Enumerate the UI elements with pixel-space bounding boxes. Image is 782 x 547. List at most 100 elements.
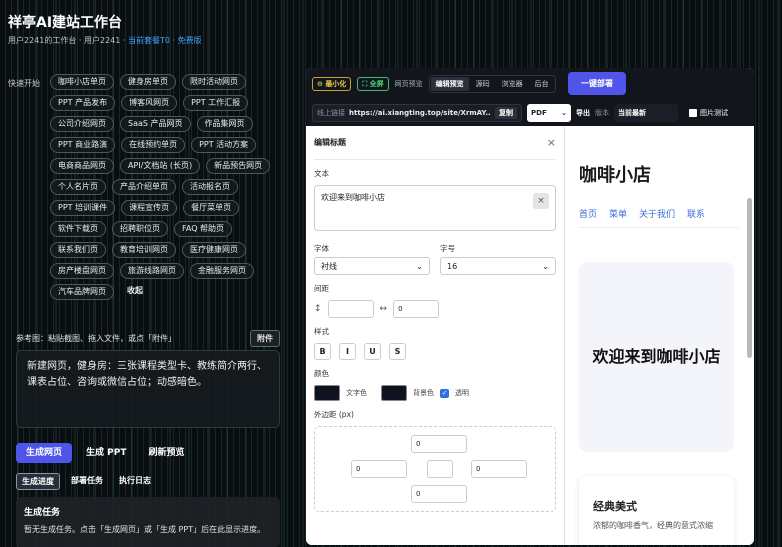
margin-left-input[interactable]: 0 — [351, 460, 407, 478]
prompt-input[interactable]: 新建网页，健身房：三张课程类型卡、教练简介两行、课表占位、咨询或微信占位；动感暗… — [16, 350, 280, 428]
template-chip[interactable]: 活动报名页 — [182, 179, 238, 195]
preview-card: 经典美式 浓郁的咖啡香气，经典的意式浓缩 — [579, 476, 734, 545]
generate-web-button[interactable]: 生成网页 — [16, 443, 73, 463]
preview-scrollbar[interactable] — [747, 198, 752, 358]
template-chip[interactable]: 医疗健康网页 — [182, 242, 246, 258]
template-chip[interactable]: 作品集网页 — [196, 116, 253, 132]
minimize-button[interactable]: ⊖ 最小化 — [312, 77, 352, 91]
template-chip[interactable]: 电商商品网页 — [50, 158, 114, 174]
line-height-input[interactable] — [327, 300, 374, 318]
preview-card-title[interactable]: 经典美式 — [593, 498, 720, 514]
font-size-select[interactable]: 16 ⌄ — [440, 257, 556, 275]
margin-label: 外边距 (px) — [314, 410, 354, 419]
font-label: 字体 — [314, 244, 329, 253]
template-chip[interactable]: 博客风网页 — [121, 95, 178, 111]
preview-nav: 首页 菜单 关于我们 联系 — [579, 210, 739, 228]
preview-nav-about[interactable]: 关于我们 — [639, 210, 675, 221]
plan-link[interactable]: 当前套餐T0 · 免费版 — [128, 36, 202, 45]
bg-color-swatch[interactable] — [381, 385, 407, 401]
tab-progress[interactable]: 生成进度 — [16, 473, 60, 490]
preview-hero-title[interactable]: 欢迎来到咖啡小店 — [579, 262, 734, 452]
template-chip[interactable]: 个人名片页 — [50, 179, 106, 195]
user-info-text: 用户2241的工作台 · 用户2241 · — [8, 36, 128, 45]
tab-execution-log[interactable]: 执行日志 — [114, 473, 156, 490]
refresh-preview-button[interactable]: 刷新预览 — [140, 443, 192, 463]
generate-ppt-button[interactable]: 生成 PPT — [78, 443, 134, 463]
checkbox-icon — [689, 109, 697, 117]
tab-backend[interactable]: 后台 — [530, 77, 554, 91]
template-chip[interactable]: PPT 培训课件 — [50, 200, 116, 216]
template-chip[interactable]: 产品介绍单页 — [112, 179, 176, 195]
image-test-toggle[interactable]: 图片测试 — [689, 108, 728, 118]
margin-bottom-input[interactable]: 0 — [411, 485, 467, 503]
fullscreen-button[interactable]: ⛶ 全屏 — [357, 77, 389, 91]
template-chip[interactable]: FAQ 帮助页 — [174, 221, 233, 237]
preview-nav-home[interactable]: 首页 — [579, 210, 597, 221]
site-url-field[interactable]: 线上链接 https://ai.xiangting.top/site/XrmAY… — [312, 104, 522, 122]
attach-button[interactable]: 附件 — [250, 330, 280, 347]
template-chip[interactable]: 健身房单页 — [120, 74, 176, 90]
tab-deploy-tasks[interactable]: 部署任务 — [66, 473, 108, 490]
font-size-field: 字号 16 ⌄ — [440, 243, 556, 275]
template-chip[interactable]: PPT 产品发布 — [50, 95, 116, 111]
fullscreen-label: 全屏 — [369, 80, 384, 88]
export-button[interactable]: 导出 — [576, 108, 590, 118]
template-chip[interactable]: 教育培训网页 — [112, 242, 176, 258]
format-value: PDF — [531, 109, 547, 117]
template-chip[interactable]: 旅游线路网页 — [120, 263, 184, 279]
template-chip[interactable]: 招聘职位页 — [112, 221, 168, 237]
version-label: 版本 — [595, 109, 609, 117]
strikethrough-button[interactable]: S — [389, 343, 406, 360]
template-chip[interactable]: 餐厅菜单页 — [183, 200, 240, 216]
preview-nav-contact[interactable]: 联系 — [687, 210, 705, 221]
panel-header: 编辑标题 × — [314, 126, 556, 160]
template-chip[interactable]: PPT 活动方案 — [191, 137, 257, 153]
tab-source[interactable]: 源码 — [471, 77, 495, 91]
template-chip[interactable]: 公司介绍网页 — [50, 116, 114, 132]
size-value: 16 — [447, 261, 458, 271]
underline-button[interactable]: U — [364, 343, 381, 360]
collapse-templates-button[interactable]: 收起 — [120, 284, 150, 300]
template-chip[interactable]: SaaS 产品网页 — [120, 116, 191, 132]
preview-nav-menu[interactable]: 菜单 — [609, 210, 627, 221]
bg-color-label: 背景色 — [413, 389, 434, 397]
template-chip[interactable]: 金融服务网页 — [190, 263, 254, 279]
app-title: 祥亭AI建站工作台 — [8, 15, 123, 31]
preview-card-desc[interactable]: 浓郁的咖啡香气，经典的意式浓缩 — [593, 520, 720, 532]
template-chip[interactable]: 软件下载页 — [50, 221, 106, 237]
template-chip[interactable]: 课程宣传页 — [121, 200, 178, 216]
text-value: 欢迎来到咖啡小店 — [321, 193, 385, 202]
text-input[interactable]: 欢迎来到咖啡小店 × — [314, 185, 556, 231]
tab-edit-preview[interactable]: 编辑预览 — [430, 77, 469, 91]
margin-top-input[interactable]: 0 — [411, 435, 467, 453]
italic-button[interactable]: I — [339, 343, 356, 360]
template-chip[interactable]: 汽车品牌网页 — [50, 284, 114, 300]
close-icon[interactable]: × — [547, 136, 556, 149]
export-format-select[interactable]: PDF ⌄ — [527, 104, 571, 122]
margin-center — [427, 460, 453, 478]
template-chip[interactable]: 房产楼盘网页 — [50, 263, 114, 279]
template-chip[interactable]: 限时活动网页 — [182, 74, 246, 90]
tab-browser[interactable]: 浏览器 — [497, 77, 528, 91]
text-color-swatch[interactable] — [314, 385, 340, 401]
copy-url-button[interactable]: 复制 — [495, 107, 517, 119]
clear-icon[interactable]: × — [533, 193, 549, 209]
deploy-button[interactable]: 一键部署 — [568, 72, 626, 95]
template-chip[interactable]: 新品预告网页 — [206, 158, 271, 174]
color-label: 颜色 — [314, 369, 329, 378]
app-header: 祥亭AI建站工作台 用户2241的工作台 · 用户2241 · 当前套餐T0 ·… — [8, 12, 202, 46]
margin-right-input[interactable]: 0 — [471, 460, 527, 478]
template-chip[interactable]: PPT 工作汇报 — [183, 95, 249, 111]
bold-button[interactable]: B — [314, 343, 331, 360]
letter-spacing-input[interactable]: 0 — [393, 300, 440, 318]
template-chip[interactable]: 咖啡小店单页 — [50, 74, 114, 90]
transparent-checkbox[interactable]: ✓ — [440, 388, 449, 398]
version-select[interactable]: 当前最新 — [614, 104, 678, 122]
chevron-down-icon: ⌄ — [542, 261, 549, 271]
template-chip[interactable]: PPT 商业路演 — [50, 137, 116, 153]
template-chip[interactable]: API/文档站 (长页) — [120, 158, 201, 174]
template-chip[interactable]: 在线预约单页 — [121, 137, 186, 153]
template-chip[interactable]: 联系我们页 — [50, 242, 106, 258]
font-family-select[interactable]: 衬线 ⌄ — [314, 257, 430, 275]
preview-brand[interactable]: 咖啡小店 — [579, 161, 651, 187]
